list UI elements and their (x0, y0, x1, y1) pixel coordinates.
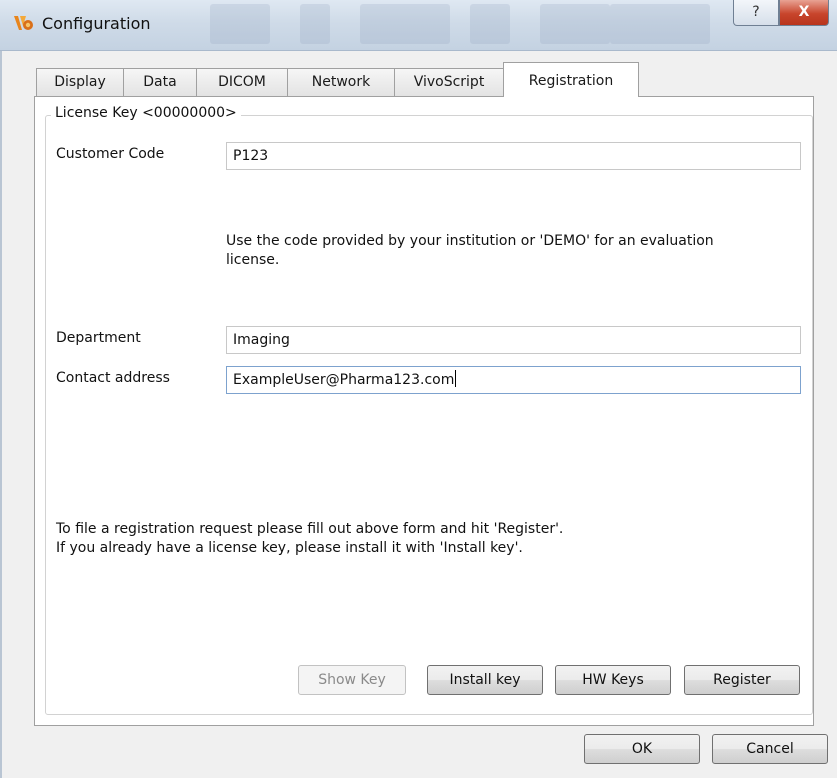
instructions-line-2: If you already have a license key, pleas… (56, 540, 523, 556)
registration-instructions: To file a registration request please fi… (56, 520, 796, 558)
background-blur (300, 4, 330, 44)
tab-vivoscript[interactable]: VivoScript (394, 68, 504, 96)
app-logo-icon (14, 16, 33, 30)
department-label: Department (56, 330, 141, 346)
window-title: Configuration (42, 14, 151, 33)
license-key-group-title: License Key <00000000> (51, 105, 241, 121)
customer-code-hint-line-1: Use the code provided by your institutio… (226, 233, 714, 249)
registration-tab-panel: License Key <00000000> Customer Code P12… (34, 96, 814, 726)
help-button[interactable]: ? (733, 0, 779, 26)
instructions-line-1: To file a registration request please fi… (56, 521, 564, 537)
register-button[interactable]: Register (684, 665, 800, 695)
window-left-edge (0, 50, 2, 778)
title-bar: Configuration ? X (0, 0, 837, 51)
tab-dicom[interactable]: DICOM (196, 68, 288, 96)
ok-button[interactable]: OK (584, 734, 700, 764)
customer-code-hint: Use the code provided by your institutio… (226, 232, 796, 270)
background-blur (360, 4, 450, 44)
customer-code-input[interactable]: P123 (226, 142, 801, 170)
background-blur (470, 4, 510, 44)
tab-network[interactable]: Network (287, 68, 395, 96)
background-blur (540, 4, 610, 44)
background-blur (610, 4, 710, 44)
tab-data[interactable]: Data (123, 68, 197, 96)
show-key-button[interactable]: Show Key (298, 665, 406, 695)
text-caret (455, 370, 457, 387)
close-button[interactable]: X (779, 0, 829, 26)
customer-code-hint-line-2: license. (226, 252, 280, 268)
customer-code-label: Customer Code (56, 146, 165, 162)
cancel-button[interactable]: Cancel (712, 734, 828, 764)
contact-address-label: Contact address (56, 370, 170, 386)
tab-registration[interactable]: Registration (503, 62, 639, 97)
contact-address-input[interactable]: ExampleUser@Pharma123.com (226, 366, 801, 394)
license-key-groupbox: Customer Code P123 Use the code provided… (45, 115, 813, 715)
department-input[interactable]: Imaging (226, 326, 801, 354)
tab-display[interactable]: Display (36, 68, 124, 96)
hw-keys-button[interactable]: HW Keys (555, 665, 671, 695)
department-value: Imaging (233, 332, 290, 348)
install-key-button[interactable]: Install key (427, 665, 543, 695)
contact-address-value: ExampleUser@Pharma123.com (233, 372, 455, 388)
customer-code-value: P123 (233, 148, 269, 164)
background-blur (210, 4, 270, 44)
